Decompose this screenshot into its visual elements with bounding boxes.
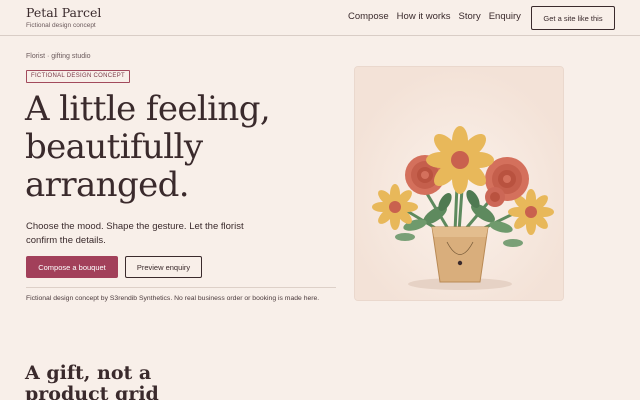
hero-eyebrow: Florist · gifting studio <box>26 53 91 60</box>
headline-line-3: arranged. <box>25 165 190 205</box>
daisy-center <box>426 126 494 194</box>
brand-name: Petal Parcel <box>26 5 102 20</box>
hero-subtext: Choose the mood. Shape the gesture. Let … <box>26 221 244 246</box>
headline-line-1: A little feeling, <box>25 89 271 129</box>
nav-how-it-works[interactable]: How it works <box>397 11 451 23</box>
get-site-button[interactable]: Get a site like this <box>531 6 615 30</box>
nav-compose[interactable]: Compose <box>348 11 389 23</box>
bouquet-illustration-card <box>354 66 564 301</box>
hero-divider <box>26 287 336 288</box>
brand[interactable]: Petal Parcel Fictional design concept <box>26 5 102 30</box>
headline-line-2: beautifully <box>25 127 203 167</box>
hero-headline: A little feeling, beautifully arranged. <box>25 90 325 204</box>
nav-enquiry[interactable]: Enquiry <box>489 11 521 23</box>
section-title: A gift, not a product grid <box>25 362 159 400</box>
bouquet-illustration <box>355 67 563 300</box>
concept-badge: FICTIONAL DESIGN CONCEPT <box>26 70 130 83</box>
coral-bud <box>485 187 505 207</box>
disclaimer-text: Fictional design concept by S3rendib Syn… <box>26 295 320 302</box>
site-header: Petal Parcel Fictional design concept Co… <box>0 0 640 36</box>
compose-bouquet-button[interactable]: Compose a bouquet <box>26 256 118 278</box>
preview-enquiry-button[interactable]: Preview enquiry <box>125 256 202 278</box>
nav-story[interactable]: Story <box>459 11 481 23</box>
kraft-pot <box>431 226 489 283</box>
brand-tagline: Fictional design concept <box>26 22 96 29</box>
main-nav: Compose How it works Story Enquiry <box>348 11 529 23</box>
